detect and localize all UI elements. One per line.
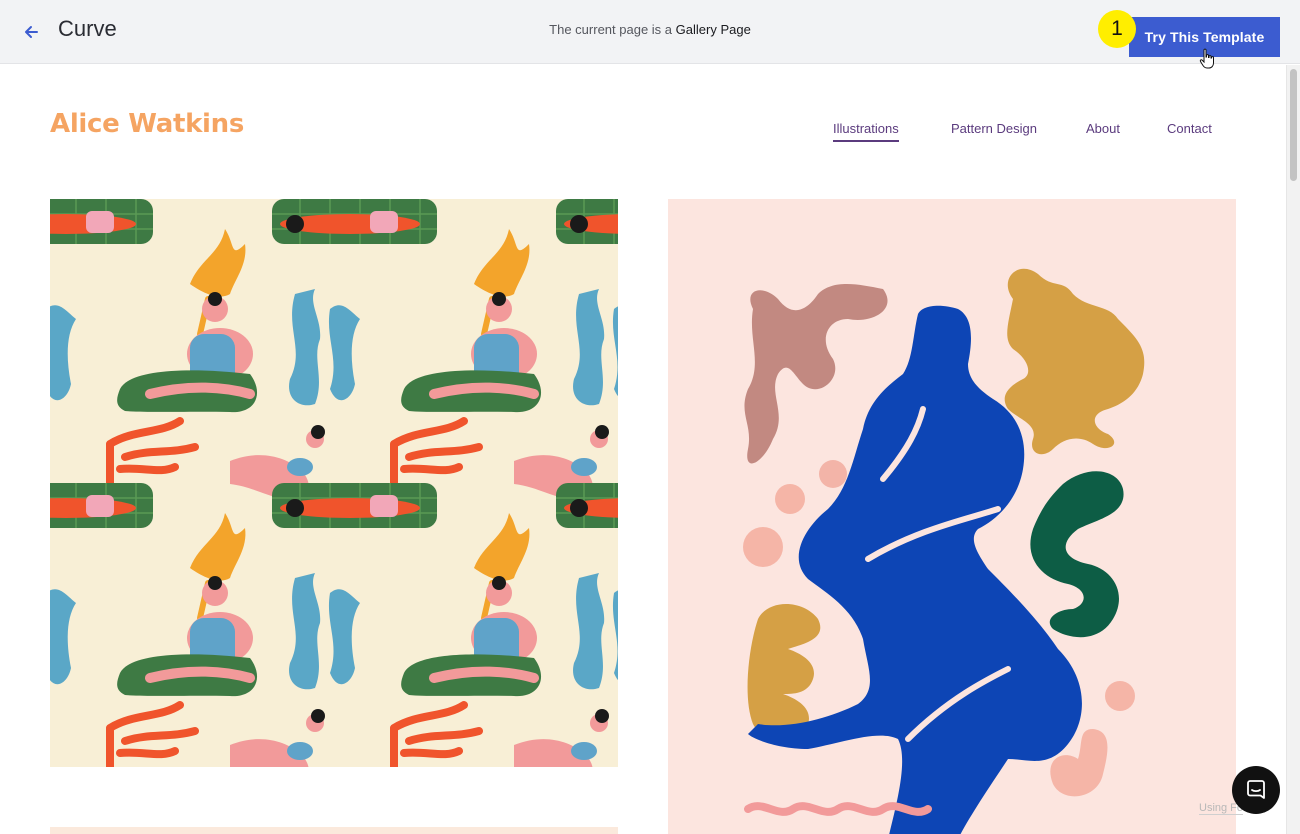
page-info-prefix: The current page is a <box>549 22 673 37</box>
page-info-type: Gallery Page <box>675 22 751 37</box>
nav-about[interactable]: About <box>1086 121 1120 136</box>
gallery-image-next[interactable] <box>50 827 618 834</box>
nav-contact[interactable]: Contact <box>1167 121 1212 136</box>
step-badge: 1 <box>1098 10 1136 48</box>
nav-illustrations[interactable]: Illustrations <box>833 121 899 142</box>
page-scrollbar[interactable] <box>1286 65 1300 834</box>
site-preview: Alice Watkins Illustrations Pattern Desi… <box>0 65 1286 834</box>
hand-pointer-icon <box>1199 48 1214 69</box>
chat-launcher-button[interactable] <box>1232 766 1280 814</box>
gallery-image-pattern[interactable] <box>50 199 618 767</box>
chat-bubble-icon <box>1247 780 1265 799</box>
site-brand[interactable]: Alice Watkins <box>50 109 244 139</box>
nav-pattern-design[interactable]: Pattern Design <box>951 121 1037 136</box>
scrollbar-thumb[interactable] <box>1290 69 1297 181</box>
editor-top-bar: Curve The current page is a Gallery Page… <box>0 0 1300 69</box>
gallery-image-figure[interactable] <box>668 199 1236 834</box>
